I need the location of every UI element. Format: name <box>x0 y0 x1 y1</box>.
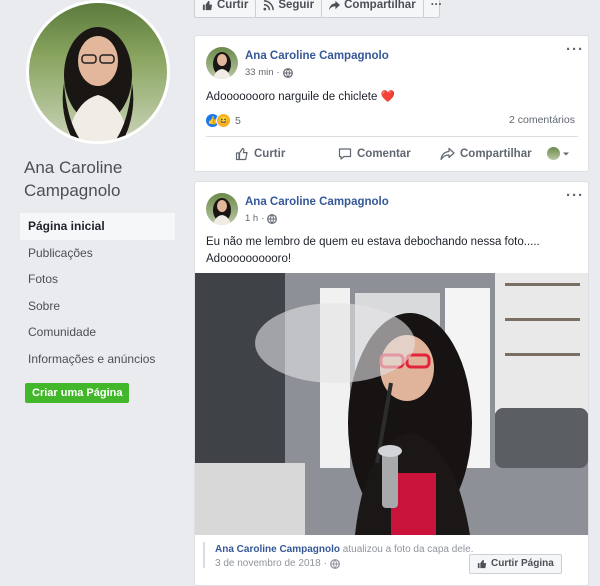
more-options-button[interactable]: ··· <box>424 0 450 17</box>
thumbs-up-icon <box>477 559 487 569</box>
comment-label: Comentar <box>357 148 411 160</box>
post-author[interactable]: Ana Caroline Campagnolo <box>245 196 389 208</box>
globe-icon <box>282 67 293 78</box>
post-card: Ana Caroline Campagnolo 33 min · ··· Ado… <box>194 35 589 172</box>
reactions-count: 5 <box>235 114 241 127</box>
nav-item-photos[interactable]: Fotos <box>20 266 175 293</box>
thumbs-up-icon <box>202 0 213 10</box>
share-page-button[interactable]: Compartilhar <box>322 0 424 17</box>
small-avatar <box>547 147 560 160</box>
comment-button[interactable]: Comentar <box>338 147 411 161</box>
like-post-label: Curtir <box>254 148 286 160</box>
post-photo[interactable] <box>195 273 588 535</box>
divider <box>206 136 578 137</box>
nav-item-info-ads[interactable]: Informações e anúncios <box>20 346 175 373</box>
profile-picture[interactable] <box>26 0 170 144</box>
reactions-summary[interactable]: 👍 😆 5 <box>206 113 241 128</box>
like-post-button[interactable]: Curtir <box>235 147 285 161</box>
comments-count[interactable]: 2 comentários <box>509 114 575 126</box>
post-text-line2: Adoooooooooro! <box>206 253 292 265</box>
author-avatar[interactable] <box>206 47 238 79</box>
page-navigation: Página inicial Publicações Fotos Sobre C… <box>20 213 175 372</box>
like-page-label: Curtir <box>217 0 249 11</box>
share-arrow-icon <box>329 0 341 10</box>
post-author[interactable]: Ana Caroline Campagnolo <box>245 50 389 62</box>
shared-date-row: 3 de novembro de 2018 · <box>215 558 340 569</box>
rss-icon <box>263 0 275 11</box>
avatar-photo <box>213 198 231 225</box>
like-page-button[interactable]: Curtir <box>195 0 257 17</box>
post-options-button[interactable]: ··· <box>566 41 584 58</box>
author-avatar[interactable] <box>206 193 238 225</box>
nav-item-home[interactable]: Página inicial <box>20 213 175 240</box>
globe-icon <box>267 213 278 224</box>
post-card: Ana Caroline Campagnolo 1 h · ··· Eu não… <box>194 181 589 586</box>
chevron-down-icon <box>563 152 569 155</box>
follow-label: Seguir <box>278 0 315 11</box>
shared-author[interactable]: Ana Caroline Campagnolo <box>215 544 340 555</box>
like-page-small-label: Curtir Página <box>491 558 554 569</box>
nav-item-community[interactable]: Comunidade <box>20 319 175 346</box>
post-meta: 1 h · <box>245 213 278 224</box>
page-action-bar: Curtir Seguir Compartilhar ··· <box>194 0 442 18</box>
create-page-button[interactable]: Criar uma Página <box>25 383 130 403</box>
post-text: Adoooooooro narguile de chiclete ❤️ <box>206 91 395 103</box>
nav-item-about[interactable]: Sobre <box>20 293 175 320</box>
post-timestamp[interactable]: 33 min <box>245 67 274 78</box>
profile-name[interactable]: Ana Caroline Campagnolo <box>24 156 174 202</box>
share-icon <box>440 147 455 161</box>
post-meta: 33 min · <box>245 67 293 78</box>
post-text-line1: Eu não me lembro de quem eu estava deboc… <box>206 236 540 248</box>
post-as-selector[interactable] <box>547 147 570 160</box>
avatar-photo <box>213 52 231 79</box>
post-timestamp[interactable]: 1 h <box>245 213 258 224</box>
shared-caption: Ana Caroline Campagnolo atualizou a foto… <box>215 544 473 555</box>
globe-icon <box>330 558 340 569</box>
share-post-label: Compartilhar <box>460 148 532 160</box>
haha-reaction-icon: 😆 <box>216 113 231 128</box>
like-page-button-small[interactable]: Curtir Página <box>469 554 562 574</box>
comment-bubble-icon <box>338 148 352 160</box>
post-options-button[interactable]: ··· <box>566 187 584 204</box>
share-post-button[interactable]: Compartilhar <box>440 147 532 161</box>
share-page-label: Compartilhar <box>344 0 416 11</box>
shared-action: atualizou a foto da capa dele. <box>342 544 474 555</box>
nav-item-posts[interactable]: Publicações <box>20 240 175 267</box>
photo-scene <box>195 273 588 535</box>
follow-button[interactable]: Seguir <box>256 0 323 17</box>
quote-bar <box>203 542 205 568</box>
shared-date[interactable]: 3 de novembro de 2018 <box>215 558 321 569</box>
thumbs-up-outline-icon <box>235 147 248 161</box>
profile-photo <box>62 27 134 141</box>
